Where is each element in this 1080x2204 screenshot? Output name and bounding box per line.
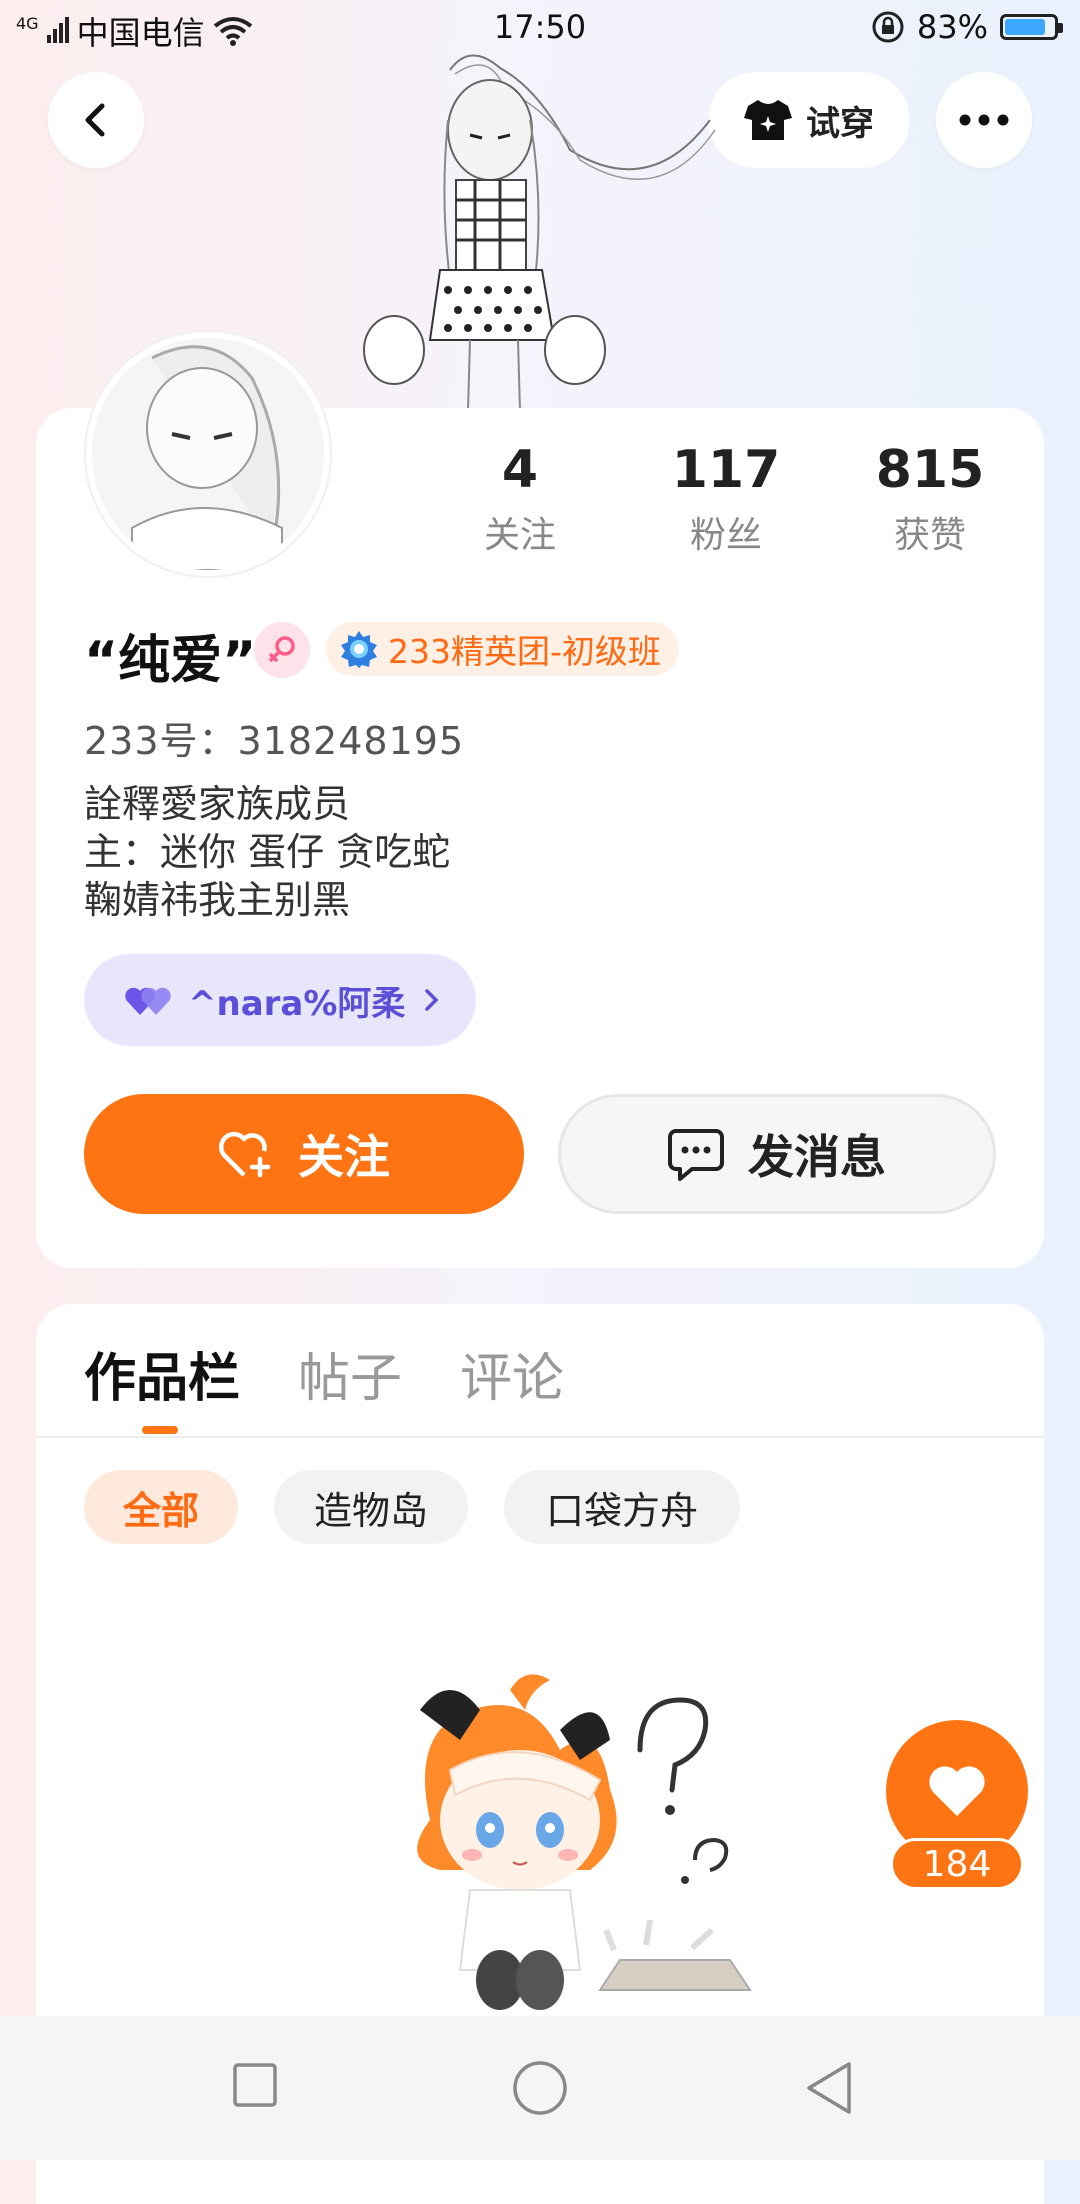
female-gender-icon	[254, 622, 310, 678]
tab-divider	[36, 1436, 1044, 1438]
battery-icon	[1000, 14, 1063, 40]
stat-label: 粉丝	[689, 515, 762, 556]
tab-posts[interactable]: 帖子	[298, 1336, 402, 1411]
follow-label: 关注	[298, 1130, 390, 1184]
back-button[interactable]	[48, 72, 144, 168]
try-on-label: 试穿	[806, 103, 874, 144]
status-right: 83%	[871, 8, 1063, 46]
message-label: 发消息	[748, 1130, 886, 1184]
stat-followers[interactable]: 117 粉丝	[626, 440, 826, 558]
try-on-button[interactable]: 试穿	[708, 72, 910, 168]
filter-all[interactable]: 全部	[84, 1470, 238, 1544]
bio-line: 鞠婧祎我主别黑	[84, 878, 351, 922]
bio-line: 主：迷你 蛋仔 贪吃蛇	[84, 830, 451, 874]
avatar-image	[92, 338, 324, 570]
stat-value: 4	[501, 440, 539, 500]
character-outfit-image	[363, 54, 716, 410]
chevron-left-icon	[85, 103, 105, 137]
stat-label: 获赞	[893, 515, 966, 556]
recent-apps-button[interactable]	[232, 2062, 278, 2108]
stat-likes[interactable]: 815 获赞	[830, 440, 1030, 558]
tab-comments[interactable]: 评论	[460, 1336, 564, 1411]
user-id: 233号：318248195	[84, 719, 465, 763]
system-navigation-bar	[0, 2016, 1080, 2160]
heart-icon	[929, 1766, 985, 1816]
status-bar: 4G 中国电信 17:50 83%	[0, 0, 1080, 56]
badge-label: 233精英团-初级班	[388, 632, 661, 671]
rotation-lock-icon	[872, 11, 904, 43]
stat-following[interactable]: 4 关注	[420, 440, 620, 558]
elite-badge[interactable]: 233精英团-初级班	[326, 622, 679, 676]
linked-hearts-icon	[125, 987, 171, 1015]
family-tag-label: ^nara%阿柔	[188, 983, 406, 1024]
avatar[interactable]	[86, 332, 330, 576]
like-count: 184	[890, 1838, 1024, 1890]
bio-line: 詮釋愛家族成员	[84, 782, 351, 826]
more-dots-icon	[959, 114, 1009, 126]
stat-value: 117	[671, 440, 781, 500]
medal-icon	[341, 631, 377, 668]
battery-percent: 83%	[916, 8, 988, 46]
chevron-right-icon	[425, 989, 439, 1011]
home-button[interactable]	[512, 2060, 568, 2116]
user-name: “纯爱”	[84, 631, 257, 691]
send-message-button[interactable]: 发消息	[558, 1094, 996, 1214]
bio: 詮釋愛家族成员 主：迷你 蛋仔 贪吃蛇 鞠婧祎我主别黑	[84, 780, 450, 924]
stat-label: 关注	[483, 515, 556, 556]
empty-state-illustration	[417, 1674, 752, 2010]
chat-bubble-icon	[668, 1129, 724, 1181]
family-tag-button[interactable]: ^nara%阿柔	[84, 954, 476, 1046]
filter-creation-island[interactable]: 造物岛	[274, 1470, 468, 1544]
follow-button[interactable]: 关注	[84, 1094, 524, 1214]
back-triangle-button[interactable]	[804, 2060, 854, 2116]
stat-value: 815	[875, 440, 985, 500]
tshirt-icon	[744, 100, 792, 140]
more-options-button[interactable]	[936, 72, 1032, 168]
active-tab-indicator	[142, 1426, 178, 1434]
heart-plus-icon	[218, 1131, 271, 1178]
filter-pocket-ark[interactable]: 口袋方舟	[504, 1470, 740, 1544]
tab-works[interactable]: 作品栏	[84, 1336, 240, 1411]
